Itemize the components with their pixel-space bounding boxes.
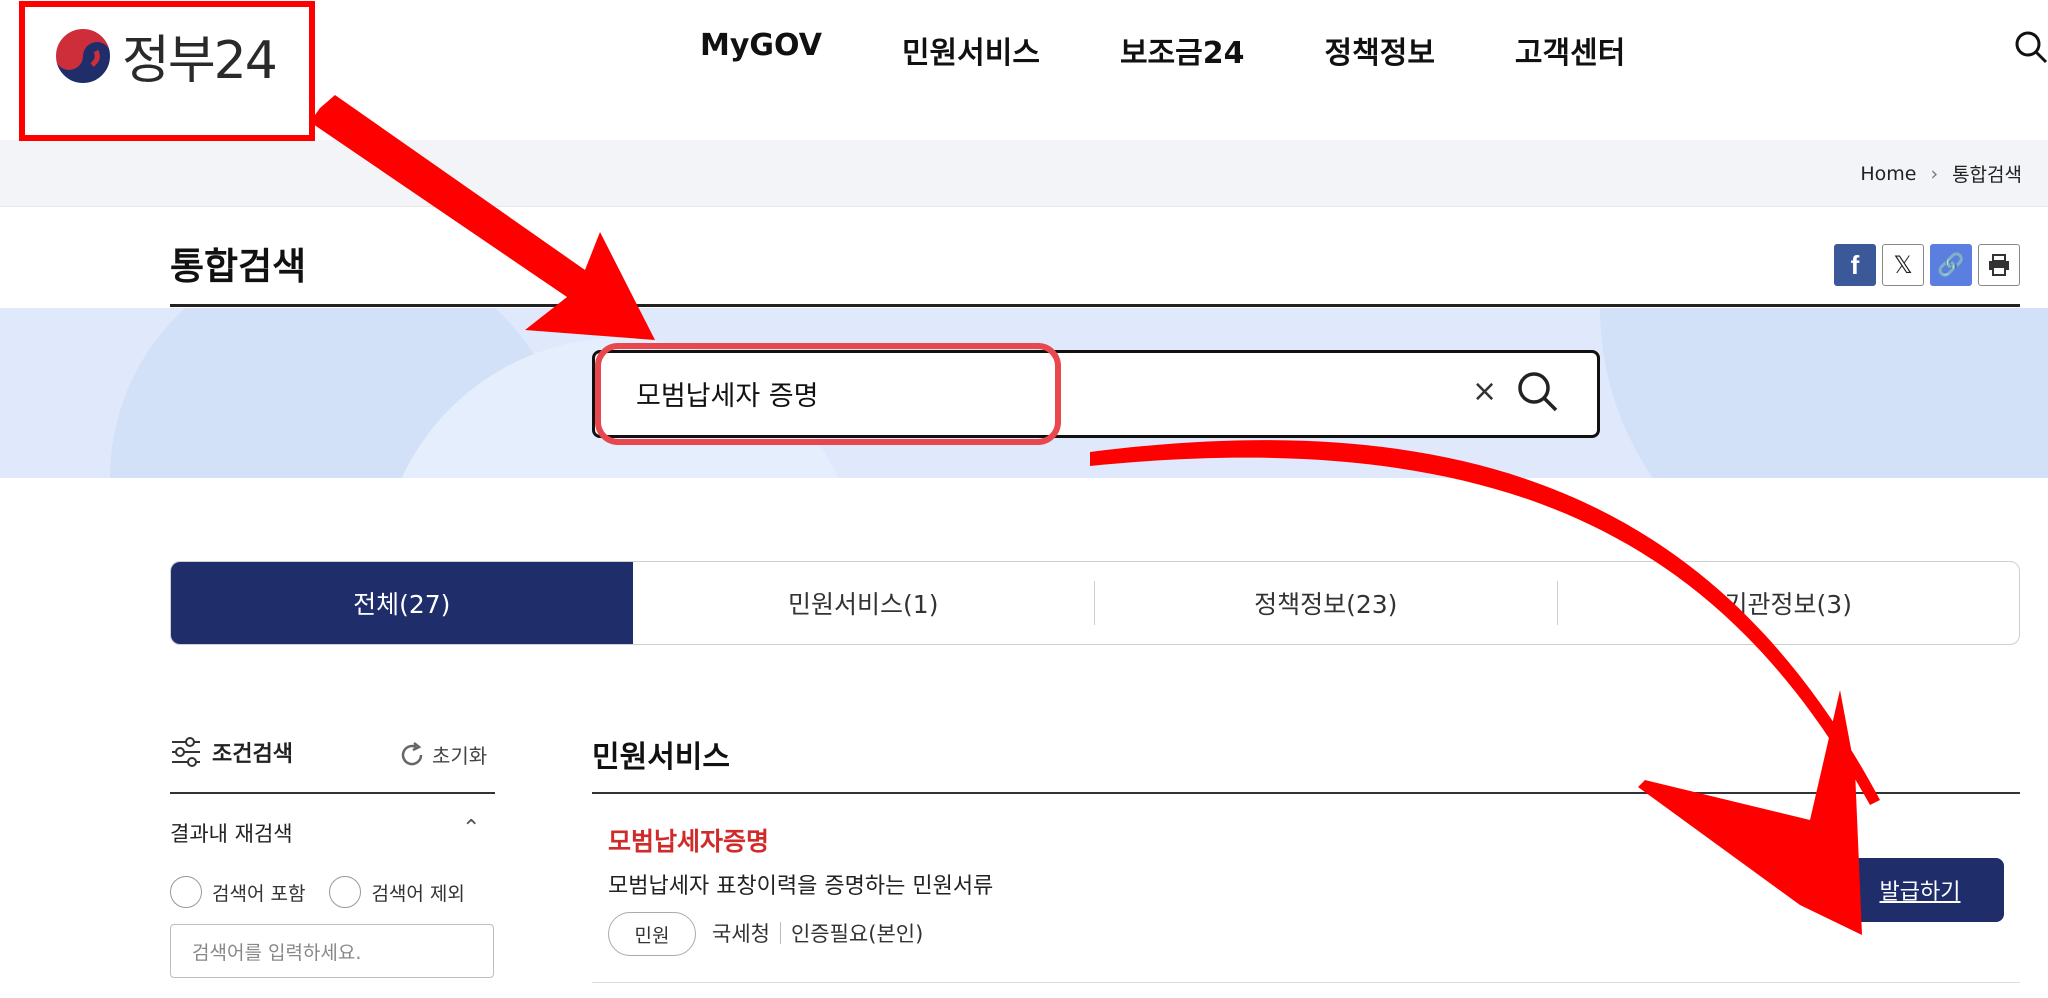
filter-sliders-icon: [172, 737, 200, 767]
tab-civil-service[interactable]: 민원서비스(1): [633, 562, 1095, 644]
result-item-description: 모범납세자 표창이력을 증명하는 민원서류: [608, 874, 994, 899]
taegeuk-logo-icon: [54, 26, 112, 85]
result-tabs: 전체(27) 민원서비스(1) 정책정보(23) 기관정보(3): [170, 561, 2020, 645]
link-copy-icon[interactable]: 🔗: [1930, 244, 1972, 286]
reset-label: 초기화: [432, 744, 488, 768]
chevron-right-icon: ›: [1930, 162, 1939, 185]
main-nav: MyGOV 민원서비스 보조금24 정책정보 고객센터: [700, 28, 1625, 72]
nav-mygov[interactable]: MyGOV: [700, 28, 822, 72]
nav-policy-info[interactable]: 정책정보: [1325, 28, 1435, 72]
reset-button[interactable]: 초기화: [398, 740, 487, 769]
exclude-label: 검색어 제외: [371, 882, 465, 905]
clear-icon[interactable]: ×: [1472, 374, 1497, 409]
include-label: 검색어 포함: [212, 882, 306, 905]
result-item-meta: 국세청 인증필요(본인): [712, 918, 923, 948]
radio-circle[interactable]: [329, 876, 362, 908]
tab-policy-info[interactable]: 정책정보(23): [1095, 562, 1557, 644]
title-divider: [170, 304, 2020, 307]
filter-divider: [170, 792, 495, 794]
banner-decoration: [1600, 308, 2048, 478]
share-tools: f 𝕏 🔗: [1834, 244, 2020, 286]
include-radio[interactable]: 검색어 포함: [170, 876, 305, 908]
logo-text: 정부24: [122, 31, 278, 91]
x-twitter-icon[interactable]: 𝕏: [1882, 244, 1924, 286]
breadcrumb: Home › 통합검색: [1860, 160, 2022, 187]
section-title: 민원서비스: [592, 740, 730, 775]
print-icon[interactable]: [1978, 244, 2020, 286]
chevron-up-icon[interactable]: ⌃: [462, 816, 480, 841]
refine-search-placeholder[interactable]: 검색어를 입력하세요.: [192, 938, 361, 965]
breadcrumb-home[interactable]: Home: [1860, 163, 1916, 185]
result-item-title[interactable]: 모범납세자증명: [608, 822, 769, 858]
agency-name: 국세청: [712, 922, 770, 946]
category-badge: 민원: [608, 912, 696, 956]
result-item-divider: [592, 982, 2020, 983]
breadcrumb-bar: [0, 140, 2048, 207]
tab-agency-info[interactable]: 기관정보(3): [1558, 562, 2020, 644]
refine-search-label: 결과내 재검색: [170, 822, 293, 846]
radio-circle[interactable]: [170, 876, 202, 908]
logo[interactable]: 정부24: [52, 18, 278, 93]
section-divider: [592, 792, 2020, 794]
header-search-icon[interactable]: [2014, 30, 2048, 68]
search-icon[interactable]: [1516, 370, 1560, 418]
filter-header: 조건검색: [170, 736, 293, 768]
facebook-icon[interactable]: f: [1834, 244, 1876, 286]
meta-divider: [779, 922, 781, 944]
exclude-radio[interactable]: 검색어 제외: [329, 876, 465, 908]
nav-customer-center[interactable]: 고객센터: [1515, 28, 1625, 72]
breadcrumb-current: 통합검색: [1952, 164, 2022, 186]
tab-all[interactable]: 전체(27): [171, 562, 633, 644]
arrow-head-icon: [1638, 690, 1862, 935]
nav-subsidy24[interactable]: 보조금24: [1120, 28, 1245, 72]
page-title: 통합검색: [170, 245, 307, 288]
refresh-icon: [401, 741, 423, 765]
nav-civil-service[interactable]: 민원서비스: [902, 28, 1040, 72]
refine-options: 검색어 포함 검색어 제외: [170, 876, 465, 908]
filter-title: 조건검색: [212, 742, 293, 767]
issue-button[interactable]: 발급하기: [1836, 858, 2004, 922]
auth-requirement: 인증필요(본인): [790, 922, 924, 946]
search-input-value[interactable]: 모범납세자 증명: [636, 374, 818, 413]
